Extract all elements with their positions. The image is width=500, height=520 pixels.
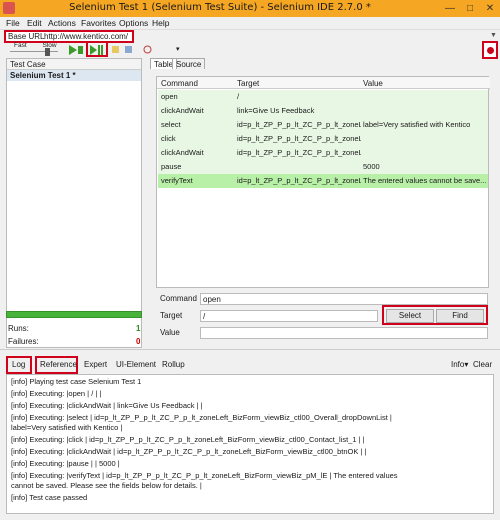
play-current-icon[interactable] xyxy=(68,44,84,56)
runs-value: 1 xyxy=(136,324,141,333)
select-find-highlight: Select Find xyxy=(382,305,488,325)
row-target: id=p_lt_ZP_P_p_lt_ZC_P_p_lt_zoneL... xyxy=(237,134,361,143)
menu-options[interactable]: Options xyxy=(119,18,148,28)
row-value: label=Very satisfied with Kentico xyxy=(363,120,471,129)
tab-log[interactable]: Log xyxy=(9,358,28,372)
base-url-label: Base URL xyxy=(8,32,45,41)
base-url-value[interactable]: http://www.kentico.com/ xyxy=(44,32,128,41)
select-button[interactable]: Select xyxy=(386,309,434,323)
step-icon[interactable] xyxy=(124,45,133,54)
table-row[interactable]: click id=p_lt_ZP_P_p_lt_ZC_P_p_lt_zoneL.… xyxy=(158,132,488,146)
row-target: id=p_lt_ZP_P_p_lt_ZC_P_p_lt_zoneL... xyxy=(237,120,361,129)
row-target: / xyxy=(237,92,240,101)
column-command[interactable]: Command xyxy=(161,79,198,88)
target-input[interactable]: / xyxy=(200,310,378,322)
chevron-down-icon[interactable]: ▾ xyxy=(176,45,180,53)
tab-ui-element[interactable]: UI-Element xyxy=(113,358,159,372)
log-line: [info] Executing: |verifyText | id=p_lt_… xyxy=(11,471,398,480)
run-progress-bar xyxy=(6,311,142,318)
clear-button[interactable]: Clear xyxy=(470,358,495,372)
test-case-panel: Test Case Selenium Test 1 * xyxy=(6,58,142,348)
info-dropdown[interactable]: Info▾ xyxy=(448,358,471,372)
log-line: cannot be saved. Please see the fields b… xyxy=(11,481,202,490)
log-line: [info] Executing: |clickAndWait | link=G… xyxy=(11,401,203,410)
menu-file[interactable]: File xyxy=(6,18,20,28)
row-command: pause xyxy=(161,162,182,171)
row-command: select xyxy=(161,120,181,129)
value-label: Value xyxy=(160,328,180,337)
row-command: open xyxy=(161,92,178,101)
menu-actions[interactable]: Actions xyxy=(48,18,76,28)
splitter[interactable] xyxy=(0,349,500,353)
minimize-button[interactable]: — xyxy=(440,0,460,17)
value-input[interactable] xyxy=(200,327,488,339)
speed-slider[interactable] xyxy=(10,48,58,56)
command-label: Command xyxy=(160,294,197,303)
speed-fast-label: Fast xyxy=(14,42,27,49)
target-label: Target xyxy=(160,311,183,320)
speed-slider-thumb[interactable] xyxy=(45,48,50,56)
failures-label: Failures: xyxy=(8,337,39,346)
find-button[interactable]: Find xyxy=(436,309,484,323)
row-command: click xyxy=(161,134,176,143)
table-row[interactable]: select id=p_lt_ZP_P_p_lt_ZC_P_p_lt_zoneL… xyxy=(158,118,488,132)
table-header: Command Target Value xyxy=(157,77,490,89)
test-case-header: Test Case xyxy=(7,59,141,70)
row-value: The entered values cannot be save... xyxy=(363,176,487,185)
table-row[interactable]: open / xyxy=(158,90,488,104)
chevron-down-icon[interactable]: ▼ xyxy=(490,32,497,39)
record-icon xyxy=(487,47,494,54)
rollup-icon[interactable] xyxy=(143,45,152,54)
row-command: clickAndWait xyxy=(161,106,204,115)
failures-value: 0 xyxy=(136,337,141,346)
command-input[interactable]: open xyxy=(200,293,488,305)
menu-edit[interactable]: Edit xyxy=(27,18,42,28)
title-bar: Selenium Test 1 (Selenium Test Suite) - … xyxy=(0,0,500,17)
tab-rollup[interactable]: Rollup xyxy=(159,358,188,372)
log-line: [info] Playing test case Selenium Test 1 xyxy=(11,377,142,386)
command-editor: Command open Target / Value Select Find xyxy=(156,291,489,339)
menu-bar: File Edit Actions Favorites Options Help xyxy=(0,17,500,30)
row-command: verifyText xyxy=(161,176,193,185)
tab-source[interactable]: Source xyxy=(172,58,206,69)
maximize-button[interactable]: □ xyxy=(460,0,480,17)
log-line: [info] Executing: |pause | | 5000 | xyxy=(11,459,120,468)
close-button[interactable]: ✕ xyxy=(480,0,500,17)
window-title: Selenium Test 1 (Selenium Test Suite) - … xyxy=(69,2,371,13)
column-target[interactable]: Target xyxy=(237,79,259,88)
runs-label: Runs: xyxy=(8,324,29,333)
row-command: clickAndWait xyxy=(161,148,204,157)
row-target: id=p_lt_ZP_P_p_lt_ZC_P_p_lt_zoneL... xyxy=(237,176,361,185)
log-line: [info] Executing: |select | id=p_lt_ZP_P… xyxy=(11,413,392,422)
menu-favorites[interactable]: Favorites xyxy=(81,18,116,28)
log-line: [info] Executing: |clickAndWait | id=p_l… xyxy=(11,447,367,456)
pause-icon[interactable] xyxy=(111,45,120,54)
log-line: [info] Test case passed xyxy=(11,493,88,502)
row-value: 5000 xyxy=(363,162,380,171)
log-line: [info] Executing: |open | / | | xyxy=(11,389,102,398)
record-button[interactable] xyxy=(482,41,498,59)
log-line: [info] Executing: |click | id=p_lt_ZP_P_… xyxy=(11,435,365,444)
log-tabs: Log Reference Expert UI-Element Rollup I… xyxy=(4,356,496,374)
table-row-selected[interactable]: verifyText id=p_lt_ZP_P_p_lt_ZC_P_p_lt_z… xyxy=(158,174,488,188)
log-panel: [info] Playing test case Selenium Test 1… xyxy=(6,374,494,514)
speed-labels: Fast Slow xyxy=(14,42,57,49)
row-target: id=p_lt_ZP_P_p_lt_ZC_P_p_lt_zoneL... xyxy=(237,148,361,157)
table-row[interactable]: clickAndWait link=Give Us Feedback xyxy=(158,104,488,118)
row-target: link=Give Us Feedback xyxy=(237,106,315,115)
command-table: Command Target Value open / clickAndWait… xyxy=(156,76,490,288)
menu-help[interactable]: Help xyxy=(152,18,169,28)
table-row[interactable]: clickAndWait id=p_lt_ZP_P_p_lt_ZC_P_p_lt… xyxy=(158,146,488,160)
column-value[interactable]: Value xyxy=(363,79,383,88)
tab-expert[interactable]: Expert xyxy=(81,358,110,372)
tab-reference[interactable]: Reference xyxy=(37,358,80,372)
play-all-icon[interactable] xyxy=(89,44,105,56)
table-row[interactable]: pause 5000 xyxy=(158,160,488,174)
test-case-item[interactable]: Selenium Test 1 * xyxy=(7,70,141,81)
log-line: label=Very satisfied with Kentico | xyxy=(11,423,123,432)
